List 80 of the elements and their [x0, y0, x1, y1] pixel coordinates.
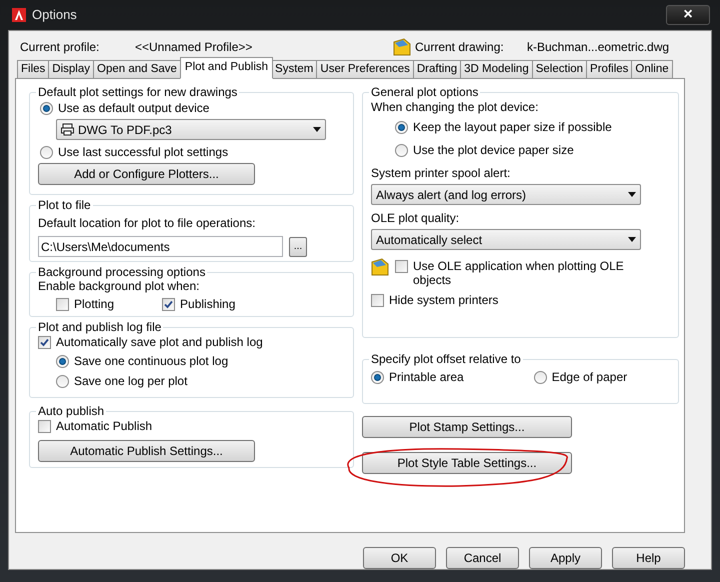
checkbox-label: Use OLE application when plotting OLE objects [413, 259, 625, 287]
checkbox-label: Plotting [74, 296, 114, 313]
field-label: Default location for plot to file operations: [38, 215, 256, 232]
push-button[interactable]: Cancel [446, 547, 519, 569]
radio-label: Keep the layout paper size if possible [413, 119, 612, 136]
radio-button[interactable] [371, 370, 384, 384]
group-title: Plot to file [38, 198, 91, 212]
checkbox[interactable] [162, 298, 176, 311]
checkbox-label: Automatically save plot and publish log [56, 334, 263, 351]
dropdown-value: DWG To PDF.pc3 [78, 122, 173, 138]
path-field[interactable]: C:\Users\Me\documents [38, 236, 283, 257]
radio-button[interactable] [40, 102, 53, 114]
caret-icon [628, 192, 636, 197]
radio-label: Save one continuous plot log [74, 353, 228, 370]
checkbox-label: Automatic Publish [56, 418, 152, 435]
app-logo-icon [12, 8, 26, 22]
checkbox-label: Hide system printers [389, 292, 498, 309]
document-icon [371, 258, 389, 276]
checkbox[interactable] [38, 420, 51, 433]
field-label: When changing the plot device: [371, 99, 540, 115]
checkbox[interactable] [38, 336, 51, 349]
radio-label: Use as default output device [58, 100, 210, 117]
radio-button[interactable] [56, 374, 69, 388]
caret-icon [313, 127, 321, 132]
tab[interactable]: Online [632, 60, 673, 79]
document-icon [393, 38, 411, 56]
radio-label: Edge of paper [552, 369, 628, 386]
dropdown[interactable]: Always alert (and log errors) [371, 184, 641, 205]
field-label: Enable background plot when: [38, 279, 200, 293]
group-title: Specify plot offset relative to [371, 352, 521, 366]
checkbox[interactable] [395, 260, 408, 273]
field-label: OLE plot quality: [371, 210, 460, 226]
group-title: Auto publish [38, 404, 104, 418]
push-button[interactable]: Plot Style Table Settings... [362, 452, 572, 474]
radio-label: Use last successful plot settings [58, 144, 228, 161]
radio-button[interactable] [40, 146, 53, 158]
radio-button[interactable] [534, 370, 547, 384]
push-button[interactable]: Plot Stamp Settings... [362, 416, 572, 438]
group-title: Default plot settings for new drawings [38, 85, 238, 99]
radio-button[interactable] [395, 144, 408, 156]
tab[interactable]: Display [49, 60, 94, 79]
push-button[interactable]: Help [612, 547, 685, 569]
window-title: Options [32, 6, 77, 24]
dropdown-value: Automatically select [376, 232, 484, 248]
group-title: General plot options [371, 85, 478, 99]
field-label: System printer spool alert: [371, 165, 512, 181]
tab[interactable]: Open and Save [94, 60, 181, 79]
tab[interactable]: User Preferences [317, 60, 414, 79]
checkbox[interactable] [56, 298, 69, 311]
profile-label: Current profile: [20, 39, 100, 56]
tab[interactable]: System [272, 60, 318, 79]
radio-button[interactable] [56, 354, 69, 368]
radio-label: Save one log per plot [74, 373, 188, 390]
tab[interactable]: Selection [532, 60, 588, 79]
push-button[interactable]: OK [363, 547, 436, 569]
tab[interactable]: Profiles [587, 60, 632, 79]
push-button[interactable]: Automatic Publish Settings... [38, 440, 255, 462]
profile-name: <<Unnamed Profile>> [135, 39, 254, 56]
radio-label: Use the plot device paper size [413, 142, 574, 159]
caret-icon [628, 237, 636, 242]
tab[interactable]: Plot and Publish [180, 57, 274, 79]
group-title: Plot and publish log file [38, 320, 162, 334]
tab[interactable]: Drafting [414, 60, 462, 79]
tab[interactable]: Files [17, 60, 50, 79]
plotter-icon [61, 123, 74, 136]
push-button[interactable]: Add or Configure Plotters... [38, 163, 255, 185]
close-button[interactable]: × [666, 5, 710, 25]
drawing-label: Current drawing: [415, 39, 505, 56]
dropdown[interactable]: DWG To PDF.pc3 [56, 119, 326, 140]
drawing-name: k-Buchman...eometric.dwg [527, 39, 670, 56]
checkbox[interactable] [371, 294, 384, 307]
checkbox-label: Publishing [180, 296, 236, 313]
browse-button[interactable]: ... [289, 236, 307, 256]
push-button[interactable]: Apply [529, 547, 602, 569]
radio-label: Printable area [389, 369, 464, 386]
dropdown[interactable]: Automatically select [371, 229, 641, 250]
dropdown-value: Always alert (and log errors) [376, 186, 528, 204]
radio-button[interactable] [395, 120, 408, 134]
group-title: Background processing options [38, 265, 206, 279]
tab[interactable]: 3D Modeling [461, 60, 533, 79]
